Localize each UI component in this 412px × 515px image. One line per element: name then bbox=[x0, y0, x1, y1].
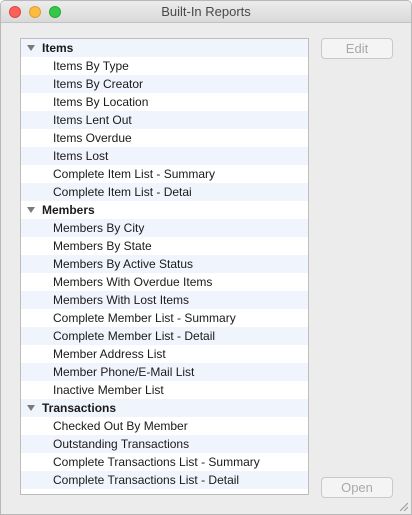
report-row[interactable]: Outstanding Transactions bbox=[21, 435, 308, 453]
report-row[interactable]: Members With Lost Items bbox=[21, 291, 308, 309]
window-title: Built-In Reports bbox=[161, 4, 251, 19]
disclosure-triangle-icon[interactable] bbox=[27, 405, 35, 411]
report-row[interactable]: Complete Transactions List - Summary bbox=[21, 453, 308, 471]
report-row[interactable]: Items Lost bbox=[21, 147, 308, 165]
reports-outline-list[interactable]: Items Items By Type Items By Creator Items … bbox=[20, 38, 309, 495]
report-row[interactable]: Inactive Member List bbox=[21, 381, 308, 399]
report-row[interactable]: Items By Creator bbox=[21, 75, 308, 93]
report-row[interactable]: Complete Member List - Summary bbox=[21, 309, 308, 327]
report-row[interactable]: Complete Member List - Detail bbox=[21, 327, 308, 345]
report-row[interactable]: Items Lent Out bbox=[21, 111, 308, 129]
report-row[interactable]: Members With Overdue Items bbox=[21, 273, 308, 291]
report-row[interactable]: Member Address List bbox=[21, 345, 308, 363]
report-row[interactable]: Complete Item List - Summary bbox=[21, 165, 308, 183]
report-row[interactable]: Members By City bbox=[21, 219, 308, 237]
report-row[interactable]: Items By Type bbox=[21, 57, 308, 75]
disclosure-triangle-icon[interactable] bbox=[27, 45, 35, 51]
report-row[interactable]: Complete Transactions List - Detail bbox=[21, 471, 308, 489]
group-label: Items bbox=[42, 41, 74, 55]
open-button[interactable]: Open bbox=[321, 477, 393, 498]
report-row[interactable]: Complete Item List - Detai bbox=[21, 183, 308, 201]
close-window-button[interactable] bbox=[9, 6, 21, 18]
title-bar[interactable]: Built-In Reports bbox=[1, 1, 411, 23]
zoom-window-button[interactable] bbox=[49, 6, 61, 18]
report-row[interactable]: Members By State bbox=[21, 237, 308, 255]
group-row-transactions[interactable]: Transactions bbox=[21, 399, 308, 417]
group-label: Transactions bbox=[42, 401, 117, 415]
report-row[interactable]: Items Overdue bbox=[21, 129, 308, 147]
group-row-items[interactable]: Items bbox=[21, 39, 308, 57]
minimize-window-button[interactable] bbox=[29, 6, 41, 18]
group-label: Members bbox=[42, 203, 95, 217]
group-row-members[interactable]: Members bbox=[21, 201, 308, 219]
disclosure-triangle-icon[interactable] bbox=[27, 207, 35, 213]
report-row[interactable]: Member Phone/E-Mail List bbox=[21, 363, 308, 381]
resize-grip-icon[interactable] bbox=[398, 501, 408, 511]
report-row[interactable]: Items By Location bbox=[21, 93, 308, 111]
edit-button[interactable]: Edit bbox=[321, 38, 393, 59]
report-row[interactable]: Checked Out By Member bbox=[21, 417, 308, 435]
report-window: Built-In Reports Items Items By Type Items… bbox=[0, 0, 412, 515]
report-row[interactable]: Members By Active Status bbox=[21, 255, 308, 273]
